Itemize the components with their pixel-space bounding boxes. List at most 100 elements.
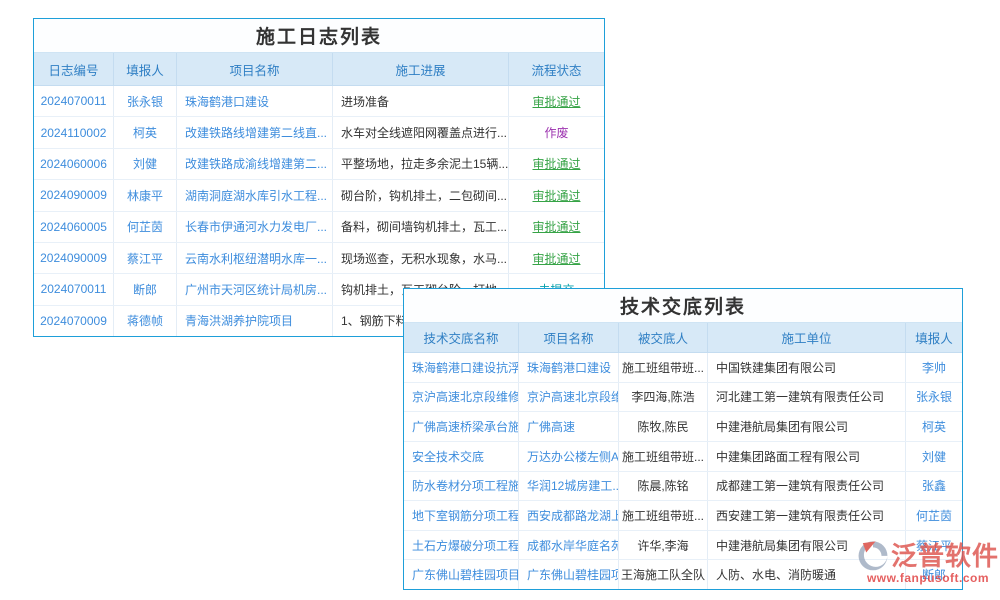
log-reporter-cell[interactable]: 刘健 [114, 149, 177, 179]
log-id-cell[interactable]: 2024110002 [34, 117, 114, 147]
log-progress-cell: 备料，砌间墙钩机排土，瓦工... [333, 212, 509, 242]
disclosure-table-row[interactable]: 防水卷材分项工程施... 华润12城房建工... 陈晨,陈铭 成都建工第一建筑有… [404, 472, 962, 502]
log-id-cell[interactable]: 2024060005 [34, 212, 114, 242]
log-reporter-cell[interactable]: 林康平 [114, 180, 177, 210]
log-table-row[interactable]: 2024060006 刘健 改建铁路成渝线增建第二... 平整场地，拉走多余泥土… [34, 149, 604, 180]
disc-unit-cell: 中国铁建集团有限公司 [708, 353, 906, 382]
disc-reporter-cell[interactable]: 张永银 [906, 383, 962, 412]
disc-col-reporter[interactable]: 填报人 [906, 323, 962, 352]
log-project-cell[interactable]: 湖南洞庭湖水库引水工程... [177, 180, 333, 210]
log-progress-cell: 进场准备 [333, 86, 509, 116]
disc-reporter-cell[interactable]: 李帅 [906, 353, 962, 382]
disclosure-table-row[interactable]: 广佛高速桥梁承台施... 广佛高速 陈牧,陈民 中建港航局集团有限公司 柯英 [404, 412, 962, 442]
disc-col-project[interactable]: 项目名称 [519, 323, 619, 352]
disc-name-cell[interactable]: 地下室钢筋分项工程... [404, 501, 519, 530]
log-progress-cell: 现场巡查，无积水现象，水马... [333, 243, 509, 273]
log-col-project[interactable]: 项目名称 [177, 53, 333, 85]
disclosure-table-row[interactable]: 安全技术交底 万达办公楼左侧A... 施工班组带班... 中建集团路面工程有限公… [404, 442, 962, 472]
disc-col-receiver[interactable]: 被交底人 [619, 323, 708, 352]
log-progress-cell: 水车对全线遮阳网覆盖点进行... [333, 117, 509, 147]
log-id-cell[interactable]: 2024060006 [34, 149, 114, 179]
log-progress-cell: 平整场地，拉走多余泥土15辆... [333, 149, 509, 179]
log-project-cell[interactable]: 长春市伊通河水力发电厂... [177, 212, 333, 242]
disc-receiver-cell: 陈牧,陈民 [619, 412, 708, 441]
disc-reporter-cell[interactable]: 何芷茵 [906, 501, 962, 530]
disclosure-table-body: 珠海鹤港口建设抗浮... 珠海鹤港口建设 施工班组带班... 中国铁建集团有限公… [404, 353, 962, 589]
disc-reporter-cell[interactable]: 柯英 [906, 412, 962, 441]
disc-col-name[interactable]: 技术交底名称 [404, 323, 519, 352]
log-status-cell[interactable]: 审批通过 [509, 212, 604, 242]
log-status-cell[interactable]: 审批通过 [509, 243, 604, 273]
disc-name-cell[interactable]: 安全技术交底 [404, 442, 519, 471]
disc-name-cell[interactable]: 珠海鹤港口建设抗浮... [404, 353, 519, 382]
log-project-cell[interactable]: 青海洪湖养护院项目 [177, 306, 333, 336]
disc-project-cell[interactable]: 万达办公楼左侧A... [519, 442, 619, 471]
disc-receiver-cell: 王海施工队全队 [619, 560, 708, 589]
disc-project-cell[interactable]: 珠海鹤港口建设 [519, 353, 619, 382]
disc-unit-cell: 中建港航局集团有限公司 [708, 531, 906, 560]
log-id-cell[interactable]: 2024070011 [34, 86, 114, 116]
disc-project-cell[interactable]: 西安成都路龙湖上... [519, 501, 619, 530]
log-project-cell[interactable]: 广州市天河区统计局机房... [177, 274, 333, 304]
disclosure-table-row[interactable]: 京沪高速北京段维修... 京沪高速北京段维修 李四海,陈浩 河北建工第一建筑有限… [404, 383, 962, 413]
disc-unit-cell: 中建港航局集团有限公司 [708, 412, 906, 441]
log-id-cell[interactable]: 2024070011 [34, 274, 114, 304]
log-reporter-cell[interactable]: 何芷茵 [114, 212, 177, 242]
log-col-status[interactable]: 流程状态 [509, 53, 604, 85]
log-id-cell[interactable]: 2024090009 [34, 243, 114, 273]
disc-name-cell[interactable]: 广佛高速桥梁承台施... [404, 412, 519, 441]
disc-project-cell[interactable]: 成都水岸华庭名苑... [519, 531, 619, 560]
log-id-cell[interactable]: 2024090009 [34, 180, 114, 210]
log-table-row[interactable]: 2024060005 何芷茵 长春市伊通河水力发电厂... 备料，砌间墙钩机排土… [34, 212, 604, 243]
disc-receiver-cell: 陈晨,陈铭 [619, 472, 708, 501]
technical-disclosure-table: 技术交底列表 技术交底名称 项目名称 被交底人 施工单位 填报人 珠海鹤港口建设… [403, 288, 963, 590]
log-table-row[interactable]: 2024070011 张永银 珠海鹤港口建设 进场准备 审批通过 [34, 86, 604, 117]
disc-unit-cell: 成都建工第一建筑有限责任公司 [708, 472, 906, 501]
disc-receiver-cell: 李四海,陈浩 [619, 383, 708, 412]
log-project-cell[interactable]: 改建铁路线增建第二线直... [177, 117, 333, 147]
log-status-cell[interactable]: 审批通过 [509, 180, 604, 210]
disc-name-cell[interactable]: 土石方爆破分项工程... [404, 531, 519, 560]
disclosure-table-row[interactable]: 地下室钢筋分项工程... 西安成都路龙湖上... 施工班组带班... 西安建工第… [404, 501, 962, 531]
disc-project-cell[interactable]: 广东佛山碧桂园项目 [519, 560, 619, 589]
disc-project-cell[interactable]: 京沪高速北京段维修 [519, 383, 619, 412]
log-reporter-cell[interactable]: 蒋德帧 [114, 306, 177, 336]
log-status-cell[interactable]: 作废 [509, 117, 604, 147]
disclosure-table-row[interactable]: 土石方爆破分项工程... 成都水岸华庭名苑... 许华,李海 中建港航局集团有限… [404, 531, 962, 561]
disc-receiver-cell: 施工班组带班... [619, 501, 708, 530]
disc-name-cell[interactable]: 防水卷材分项工程施... [404, 472, 519, 501]
disc-project-cell[interactable]: 广佛高速 [519, 412, 619, 441]
log-status-cell[interactable]: 审批通过 [509, 149, 604, 179]
disc-reporter-cell[interactable]: 断郎 [906, 560, 962, 589]
log-table-row[interactable]: 2024110002 柯英 改建铁路线增建第二线直... 水车对全线遮阳网覆盖点… [34, 117, 604, 148]
log-col-id[interactable]: 日志编号 [34, 53, 114, 85]
disc-project-cell[interactable]: 华润12城房建工... [519, 472, 619, 501]
disc-receiver-cell: 许华,李海 [619, 531, 708, 560]
disc-receiver-cell: 施工班组带班... [619, 442, 708, 471]
disclosure-table-row[interactable]: 广东佛山碧桂园项目... 广东佛山碧桂园项目 王海施工队全队 人防、水电、消防暖… [404, 560, 962, 589]
log-id-cell[interactable]: 2024070009 [34, 306, 114, 336]
disc-name-cell[interactable]: 京沪高速北京段维修... [404, 383, 519, 412]
disclosure-table-row[interactable]: 珠海鹤港口建设抗浮... 珠海鹤港口建设 施工班组带班... 中国铁建集团有限公… [404, 353, 962, 383]
disc-reporter-cell[interactable]: 刘健 [906, 442, 962, 471]
log-table-header: 日志编号 填报人 项目名称 施工进展 流程状态 [34, 53, 604, 86]
log-progress-cell: 砌台阶，钩机排土，二包砌间... [333, 180, 509, 210]
log-table-row[interactable]: 2024090009 蔡江平 云南水利枢纽潜明水库一... 现场巡查，无积水现象… [34, 243, 604, 274]
log-reporter-cell[interactable]: 断郎 [114, 274, 177, 304]
log-project-cell[interactable]: 珠海鹤港口建设 [177, 86, 333, 116]
log-project-cell[interactable]: 改建铁路成渝线增建第二... [177, 149, 333, 179]
log-reporter-cell[interactable]: 柯英 [114, 117, 177, 147]
log-table-row[interactable]: 2024090009 林康平 湖南洞庭湖水库引水工程... 砌台阶，钩机排土，二… [34, 180, 604, 211]
disclosure-table-title: 技术交底列表 [404, 289, 962, 323]
disc-reporter-cell[interactable]: 张鑫 [906, 472, 962, 501]
disc-reporter-cell[interactable]: 蔡江平 [906, 531, 962, 560]
disc-col-unit[interactable]: 施工单位 [708, 323, 906, 352]
log-status-cell[interactable]: 审批通过 [509, 86, 604, 116]
log-reporter-cell[interactable]: 张永银 [114, 86, 177, 116]
log-project-cell[interactable]: 云南水利枢纽潜明水库一... [177, 243, 333, 273]
page: 施工日志列表 日志编号 填报人 项目名称 施工进展 流程状态 202407001… [0, 0, 1000, 600]
log-reporter-cell[interactable]: 蔡江平 [114, 243, 177, 273]
log-col-progress[interactable]: 施工进展 [333, 53, 509, 85]
disc-name-cell[interactable]: 广东佛山碧桂园项目... [404, 560, 519, 589]
log-col-reporter[interactable]: 填报人 [114, 53, 177, 85]
